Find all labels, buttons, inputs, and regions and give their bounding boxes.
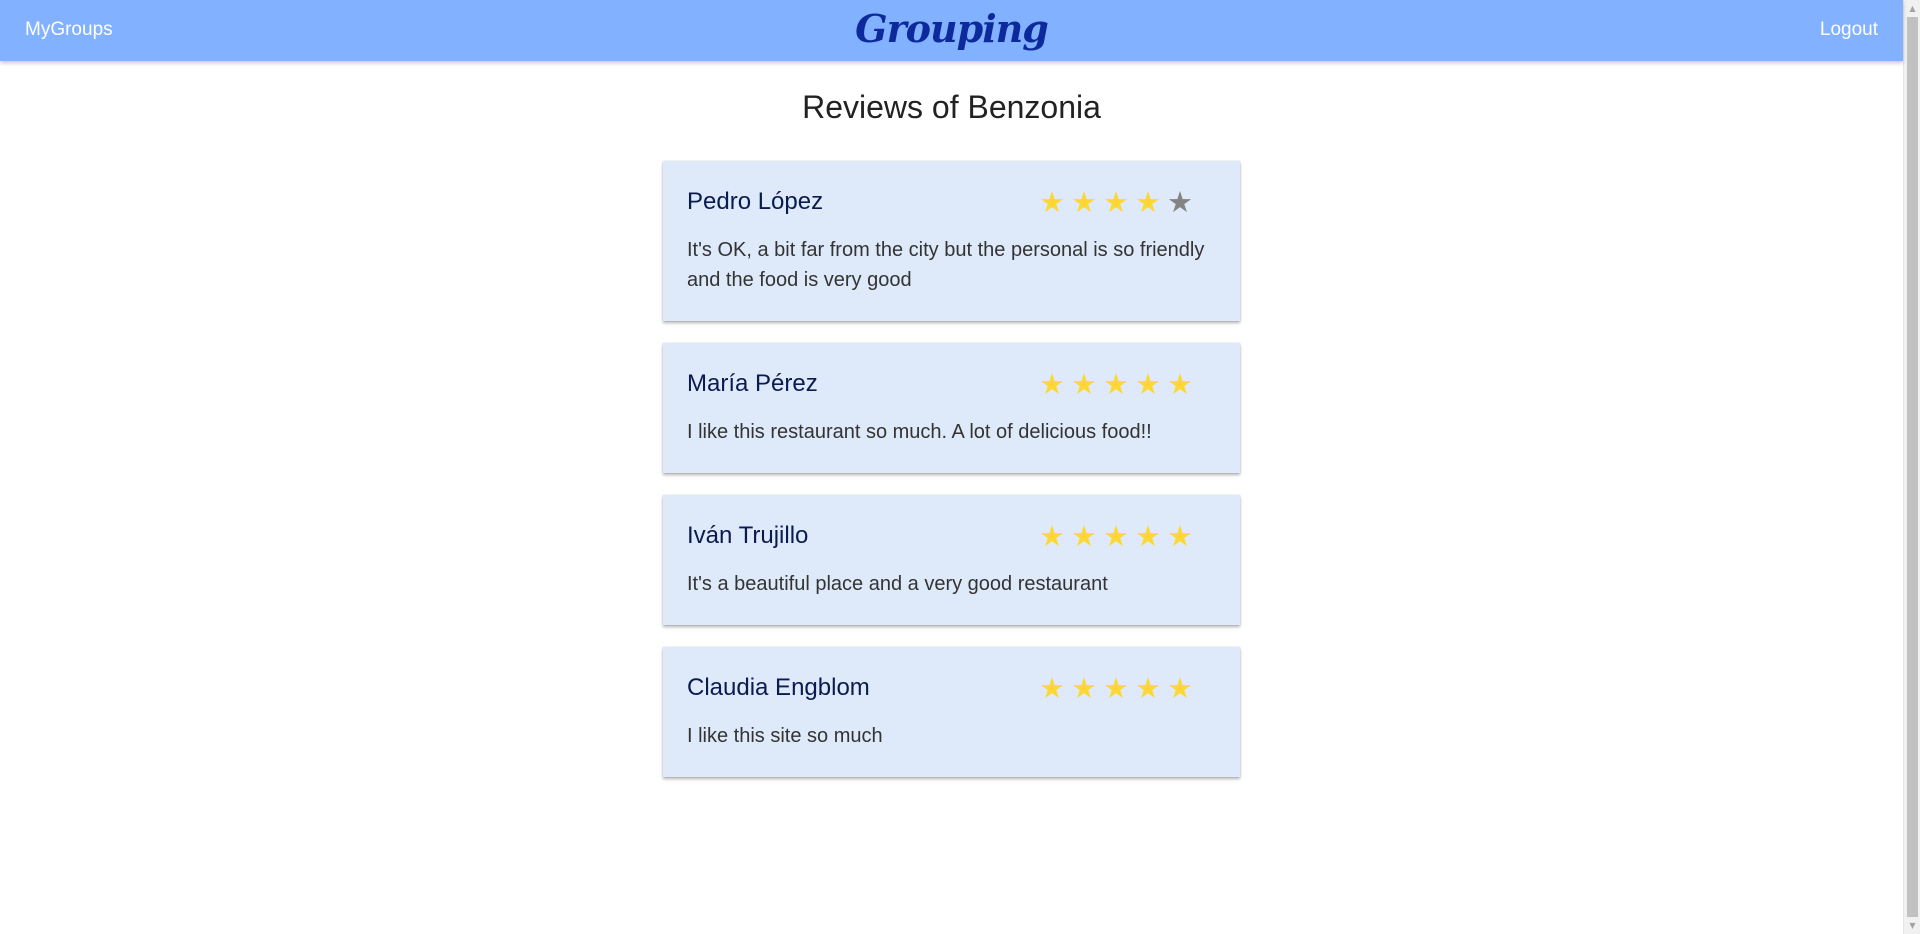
star-icon: ★ (1167, 185, 1193, 219)
review-text: I like this restaurant so much. A lot of… (687, 421, 1152, 443)
star-icon: ★ (1039, 671, 1065, 705)
chevron-down-icon[interactable]: ▼ (1904, 917, 1920, 934)
star-rating: ★ ★ ★ ★ ★ (1036, 367, 1196, 401)
star-icon: ★ (1135, 519, 1161, 553)
review-text: It's OK, a bit far from the city but the… (687, 239, 1205, 291)
reviewer-name: Pedro López (687, 188, 824, 215)
star-icon: ★ (1135, 367, 1161, 401)
star-icon: ★ (1071, 519, 1097, 553)
reviewer-name: Claudia Engblom (687, 674, 870, 701)
review-header: Iván Trujillo ★ ★ ★ ★ ★ (687, 519, 1216, 553)
star-rating: ★ ★ ★ ★ ★ (1036, 185, 1196, 219)
star-icon: ★ (1135, 185, 1161, 219)
star-rating: ★ ★ ★ ★ ★ (1036, 519, 1196, 553)
review-text: It's a beautiful place and a very good r… (687, 573, 1108, 595)
review-card: Claudia Engblom ★ ★ ★ ★ ★ I like this site s… (663, 647, 1240, 777)
reviewer-name: María Pérez (687, 370, 818, 397)
star-icon: ★ (1103, 367, 1129, 401)
star-icon: ★ (1071, 671, 1097, 705)
brand-logo[interactable]: Grouping (0, 3, 1903, 55)
logout-link[interactable]: Logout (1820, 18, 1878, 42)
chevron-up-icon[interactable]: ▲ (1904, 0, 1920, 17)
browser-viewport: MyGroups Grouping Logout Reviews of Benz… (0, 0, 1920, 934)
page: MyGroups Grouping Logout Reviews of Benz… (0, 0, 1903, 934)
review-list: Pedro López ★ ★ ★ ★ ★ It's OK, a bit far fro… (663, 161, 1240, 777)
star-icon: ★ (1167, 519, 1193, 553)
star-icon: ★ (1103, 671, 1129, 705)
review-text: I like this site so much (687, 725, 883, 747)
reviewer-name: Iván Trujillo (687, 522, 809, 549)
star-icon: ★ (1103, 519, 1129, 553)
scrollbar-thumb[interactable] (1907, 17, 1918, 917)
top-nav-bar: MyGroups Grouping Logout (0, 0, 1903, 61)
star-icon: ★ (1167, 367, 1193, 401)
star-icon: ★ (1071, 367, 1097, 401)
star-icon: ★ (1071, 185, 1097, 219)
review-header: Claudia Engblom ★ ★ ★ ★ ★ (687, 671, 1216, 705)
page-title: Reviews of Benzonia (802, 89, 1101, 125)
star-icon: ★ (1039, 367, 1065, 401)
star-icon: ★ (1135, 671, 1161, 705)
star-icon: ★ (1167, 671, 1193, 705)
star-icon: ★ (1103, 185, 1129, 219)
review-header: María Pérez ★ ★ ★ ★ ★ (687, 367, 1216, 401)
review-card: Pedro López ★ ★ ★ ★ ★ It's OK, a bit far fro… (663, 161, 1240, 321)
review-card: María Pérez ★ ★ ★ ★ ★ I like this restaurant… (663, 343, 1240, 473)
review-header: Pedro López ★ ★ ★ ★ ★ (687, 185, 1216, 219)
star-rating: ★ ★ ★ ★ ★ (1036, 671, 1196, 705)
review-card: Iván Trujillo ★ ★ ★ ★ ★ It's a beautiful pla… (663, 495, 1240, 625)
vertical-scrollbar[interactable]: ▲ ▼ (1903, 0, 1920, 934)
star-icon: ★ (1039, 185, 1065, 219)
star-icon: ★ (1039, 519, 1065, 553)
